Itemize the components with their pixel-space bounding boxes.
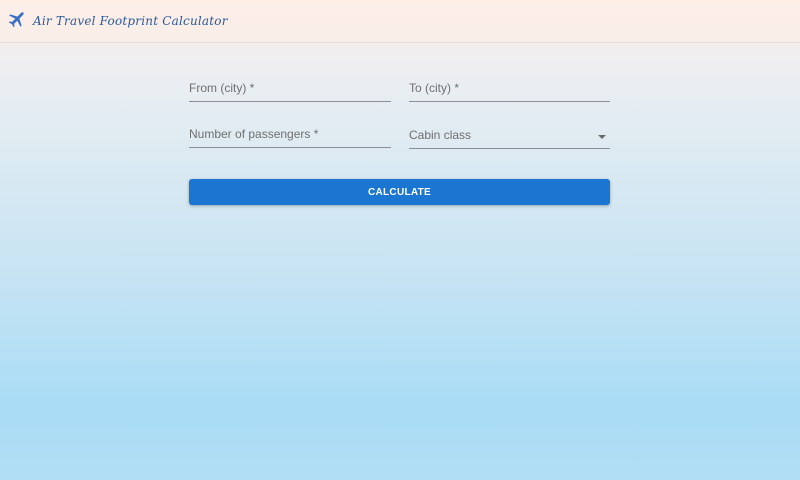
calculate-button-label: CALCULATE [367, 186, 432, 198]
to-city-field[interactable]: To (city) * [409, 78, 610, 102]
app-title: Air Travel Footprint Calculator [33, 14, 228, 28]
app-header: Air Travel Footprint Calculator [0, 0, 800, 43]
from-city-label: From (city) * [189, 81, 255, 95]
from-city-field[interactable]: From (city) * [189, 78, 391, 102]
passengers-field[interactable]: Number of passengers * [189, 124, 391, 148]
calculate-button[interactable]: CALCULATE [189, 179, 610, 205]
airplane-icon [8, 12, 24, 28]
cabin-class-label: Cabin class [409, 128, 472, 142]
to-city-label: To (city) * [409, 81, 460, 95]
cabin-class-select[interactable]: Cabin class [409, 125, 610, 149]
passengers-label: Number of passengers * [189, 127, 319, 141]
chevron-down-icon[interactable] [598, 135, 606, 139]
